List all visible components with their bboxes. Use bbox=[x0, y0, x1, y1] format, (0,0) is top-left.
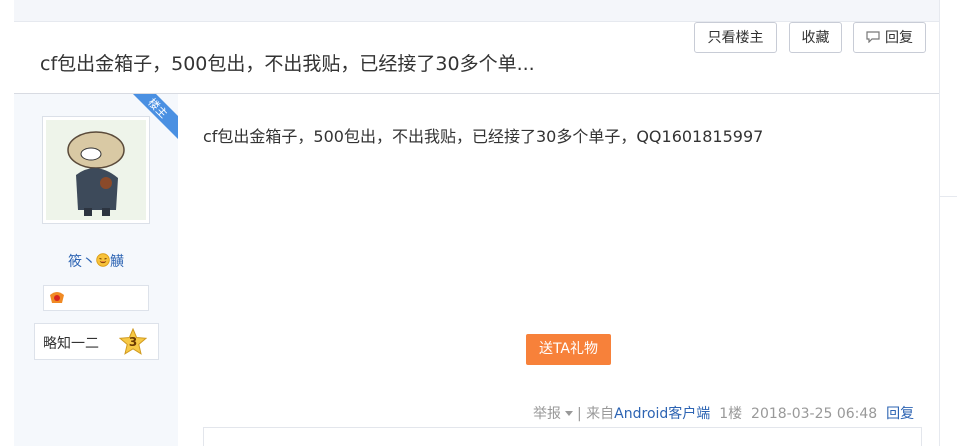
level-title: 略知一二 bbox=[43, 336, 99, 352]
send-gift-button[interactable]: 送TA礼物 bbox=[526, 334, 611, 365]
meta-separator: | bbox=[577, 406, 582, 422]
post-reply-link[interactable]: 回复 bbox=[886, 406, 914, 422]
post-timestamp: 2018-03-25 06:48 bbox=[751, 406, 878, 422]
reply-button[interactable]: 回复 bbox=[853, 22, 926, 53]
from-label: 来自 bbox=[586, 406, 615, 422]
left-margin bbox=[0, 0, 14, 446]
medal-icon[interactable] bbox=[48, 289, 66, 307]
thread-title: cf包出金箱子，500包出，不出我贴，已经接了30多个单... bbox=[40, 53, 535, 75]
level-star: 3 bbox=[118, 327, 148, 356]
user-badge-box bbox=[43, 285, 149, 311]
caret-down-icon[interactable] bbox=[565, 411, 573, 416]
favorite-button[interactable]: 收藏 bbox=[789, 22, 842, 53]
client-link[interactable]: Android客户端 bbox=[614, 406, 710, 422]
comment-icon bbox=[866, 31, 880, 43]
reply-area[interactable] bbox=[203, 427, 922, 446]
only-op-button[interactable]: 只看楼主 bbox=[694, 22, 777, 53]
user-info-column: 楼主 筱丶 觵 略知一二 3 bbox=[14, 94, 178, 446]
right-divider-horizontal bbox=[940, 196, 957, 197]
emoji-face-icon bbox=[96, 253, 110, 267]
post-meta: 举报 | 来自Android客户端 1楼 2018-03-25 06:48 回复 bbox=[533, 403, 914, 423]
right-margin bbox=[939, 0, 957, 446]
user-level-box: 略知一二 3 bbox=[34, 323, 159, 360]
report-link[interactable]: 举报 bbox=[533, 406, 561, 422]
reply-button-label: 回复 bbox=[885, 30, 913, 46]
right-divider bbox=[939, 0, 940, 446]
username[interactable]: 筱丶 觵 bbox=[14, 251, 178, 271]
username-suffix: 觵 bbox=[110, 254, 124, 270]
username-prefix: 筱丶 bbox=[68, 254, 96, 270]
floor-number: 1楼 bbox=[719, 406, 743, 422]
avatar-image bbox=[46, 120, 146, 220]
op-corner-badge: 楼主 bbox=[133, 94, 178, 139]
top-strip bbox=[14, 0, 939, 22]
post-content: cf包出金箱子，500包出，不出我贴，已经接了30多个单子，QQ16018159… bbox=[203, 127, 764, 146]
thread-header: cf包出金箱子，500包出，不出我贴，已经接了30多个单... 只看楼主 收藏 … bbox=[14, 22, 939, 94]
level-number: 3 bbox=[128, 335, 138, 349]
